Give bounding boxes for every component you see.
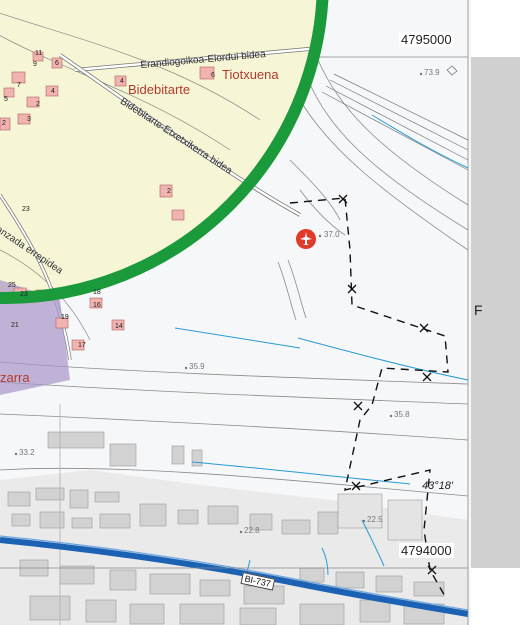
building-number: 6 <box>55 60 59 67</box>
building-number: 25 <box>8 282 16 289</box>
elevation-label: 37.0 <box>324 230 340 239</box>
building-number: 2 <box>167 188 171 195</box>
building-number: 23 <box>22 206 30 213</box>
building-number: 16 <box>93 302 101 309</box>
building-number: 11 <box>35 50 43 57</box>
building-number: 7 <box>17 82 21 89</box>
grid-column-letter: F <box>474 302 483 318</box>
place-tiotxuena[interactable]: Tiotxuena <box>222 67 279 82</box>
building-number: 6 <box>211 72 215 79</box>
building-number: 9 <box>33 61 37 68</box>
elevation-label: 73.9 <box>424 68 440 77</box>
elevation-label: 35.9 <box>189 362 205 371</box>
building-number: 23 <box>20 291 28 298</box>
building-number: 5 <box>4 96 8 103</box>
map-view[interactable]: 4795000 4794000 F 43°18' Tiotxuena Bideb… <box>0 0 520 625</box>
elevation-label: 22.8 <box>244 526 260 535</box>
elevation-label: 33.2 <box>19 448 35 457</box>
plane-glyph <box>300 232 312 245</box>
building-number: 3 <box>27 116 31 123</box>
elevation-label: 35.8 <box>394 410 410 419</box>
building-number: 19 <box>61 314 69 321</box>
northing-top-label: 4795000 <box>399 32 454 47</box>
building-number: 21 <box>11 322 19 329</box>
northing-bottom-label: 4794000 <box>399 543 454 558</box>
building-number: 4 <box>51 88 55 95</box>
airport-icon[interactable] <box>296 229 316 249</box>
place-zarra[interactable]: zarra <box>0 370 30 385</box>
map-canvas <box>0 0 520 625</box>
latitude-label: 43°18' <box>422 480 453 492</box>
building-number: 4 <box>120 78 124 85</box>
building-number: 17 <box>78 342 86 349</box>
building-number: 14 <box>115 323 123 330</box>
building-number: 2 <box>36 101 40 108</box>
place-bidebitarte[interactable]: Bidebitarte <box>128 82 190 97</box>
building-number: 18 <box>93 289 101 296</box>
building-number: 2 <box>2 120 6 127</box>
elevation-label: 22.5 <box>367 515 383 524</box>
